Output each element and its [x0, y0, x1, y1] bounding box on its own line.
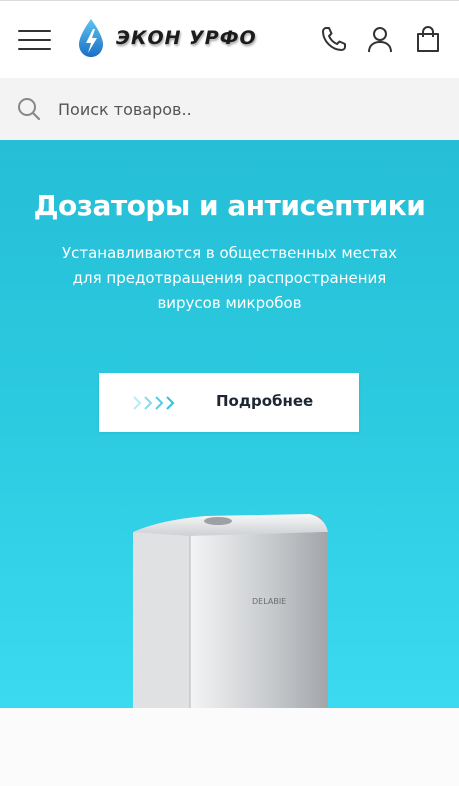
more-button-label: Подробнее	[216, 392, 314, 410]
banner-subtitle-line: для предотвращения распространения	[72, 269, 387, 287]
site-header: ЭКОН УРФО	[0, 0, 459, 78]
page-bottom-area	[0, 708, 459, 786]
banner-subtitle-line: вирусов микробов	[157, 294, 302, 312]
search-bar	[0, 78, 459, 140]
search-input[interactable]	[58, 96, 438, 122]
banner-title: Дозаторы и антисептики	[33, 189, 426, 222]
phone-icon[interactable]	[320, 25, 348, 53]
hero-banner: Дозаторы и антисептики Устанавливаются в…	[0, 140, 459, 708]
chevrons-right-icon	[133, 396, 175, 410]
product-brand-label: DELABIE	[252, 597, 286, 606]
shopping-bag-icon[interactable]	[415, 25, 441, 53]
search-icon[interactable]	[17, 97, 41, 121]
user-icon[interactable]	[366, 25, 394, 53]
more-button[interactable]: Подробнее	[99, 373, 359, 432]
water-drop-lightning-icon	[79, 19, 103, 57]
logo-text: ЭКОН УРФО	[116, 27, 257, 49]
banner-subtitle: Устанавливаются в общественных местах дл…	[40, 241, 419, 316]
hamburger-icon[interactable]	[18, 28, 52, 52]
site-logo[interactable]: ЭКОН УРФО	[76, 17, 286, 61]
banner-subtitle-line: Устанавливаются в общественных местах	[61, 244, 398, 262]
dispenser-image: DELABIE	[133, 514, 328, 708]
